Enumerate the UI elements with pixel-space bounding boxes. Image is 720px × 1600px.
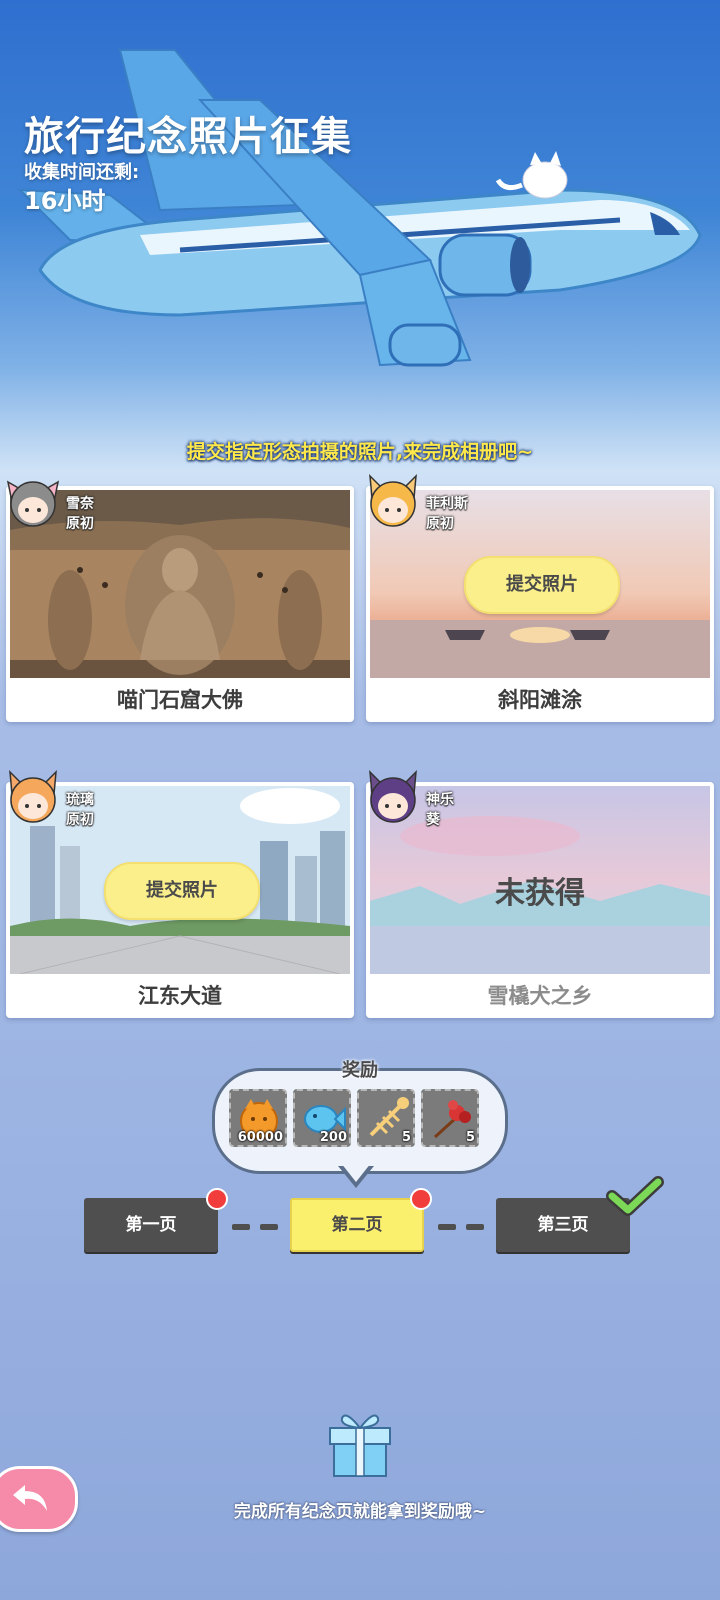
reward-title: 奖励 xyxy=(342,1060,378,1081)
page-connector xyxy=(232,1224,250,1230)
reward-count: 5 xyxy=(401,1130,411,1145)
footer-hint: 完成所有纪念页就能拿到奖励哦~ xyxy=(233,1502,487,1522)
character-avatar-liuli xyxy=(9,770,57,823)
page-two-button[interactable]: 第二页 xyxy=(290,1198,424,1252)
submit-photo-button[interactable]: 提交照片 xyxy=(104,862,260,920)
page-one-button[interactable]: 第一页 xyxy=(84,1198,218,1252)
location-name: 斜阳滩涂 xyxy=(498,688,582,712)
submit-photo-button[interactable]: 提交照片 xyxy=(464,556,620,614)
location-name: 雪橇犬之乡 xyxy=(487,984,593,1008)
reward-item-fish-bone[interactable]: 5 xyxy=(357,1089,415,1147)
reward-item-blue-fish[interactable]: 200 xyxy=(293,1089,351,1147)
character-name: 琉璃 原初 xyxy=(66,792,94,828)
bubble-tail-inner xyxy=(341,1163,371,1182)
page-two-badge xyxy=(410,1188,432,1210)
timer-value: 16小时 xyxy=(24,187,106,215)
instruction-subtitle: 提交指定形态拍摄的照片,来完成相册吧~ xyxy=(186,441,534,463)
airplane-illustration xyxy=(17,49,702,367)
photo-card-jiangdong-avenue[interactable]: 提交照片 琉璃 原初 江东大道 xyxy=(6,770,354,1018)
reward-count: 5 xyxy=(465,1130,475,1145)
reward-item-cat-coin[interactable]: 60000 xyxy=(229,1089,287,1147)
photo-card-sunset-beach[interactable]: 提交照片 菲利斯 原初 斜阳滩涂 xyxy=(366,474,714,722)
character-avatar-feilisi xyxy=(369,474,417,527)
photo-card-sled-dog-town[interactable]: 未获得 神乐葵 雪橇犬之乡 xyxy=(366,770,714,1018)
page-title: 旅行纪念照片征集 xyxy=(24,114,352,160)
hero-banner: 旅行纪念照片征集 收集时间还剩: 16小时 xyxy=(0,0,720,470)
back-arrow-icon xyxy=(13,1485,47,1511)
photo-card-buddha[interactable]: 雪奈 原初 喵门石窟大佛 xyxy=(6,480,354,722)
page-connector xyxy=(260,1224,278,1230)
character-avatar-xuenai xyxy=(6,480,60,527)
reward-item-red-flower[interactable]: 5 xyxy=(421,1089,479,1147)
gift-box-icon[interactable] xyxy=(322,1404,398,1480)
page-connector xyxy=(466,1224,484,1230)
reward-count: 200 xyxy=(319,1130,347,1145)
character-name: 菲利斯 原初 xyxy=(426,496,468,532)
back-button[interactable] xyxy=(0,1466,78,1532)
character-avatar-kagura-aoi xyxy=(369,770,417,823)
character-name: 雪奈 原初 xyxy=(66,496,94,532)
check-icon xyxy=(606,1176,664,1216)
character-name: 神乐葵 xyxy=(426,792,454,828)
page-one-badge xyxy=(206,1188,228,1210)
reward-bubble: 60000 200 5 5 xyxy=(212,1068,508,1174)
location-name: 江东大道 xyxy=(138,984,222,1008)
not-obtained-label: 未获得 xyxy=(495,876,585,911)
page-connector xyxy=(438,1224,456,1230)
reward-count: 60000 xyxy=(237,1130,283,1145)
location-name: 喵门石窟大佛 xyxy=(117,688,243,712)
